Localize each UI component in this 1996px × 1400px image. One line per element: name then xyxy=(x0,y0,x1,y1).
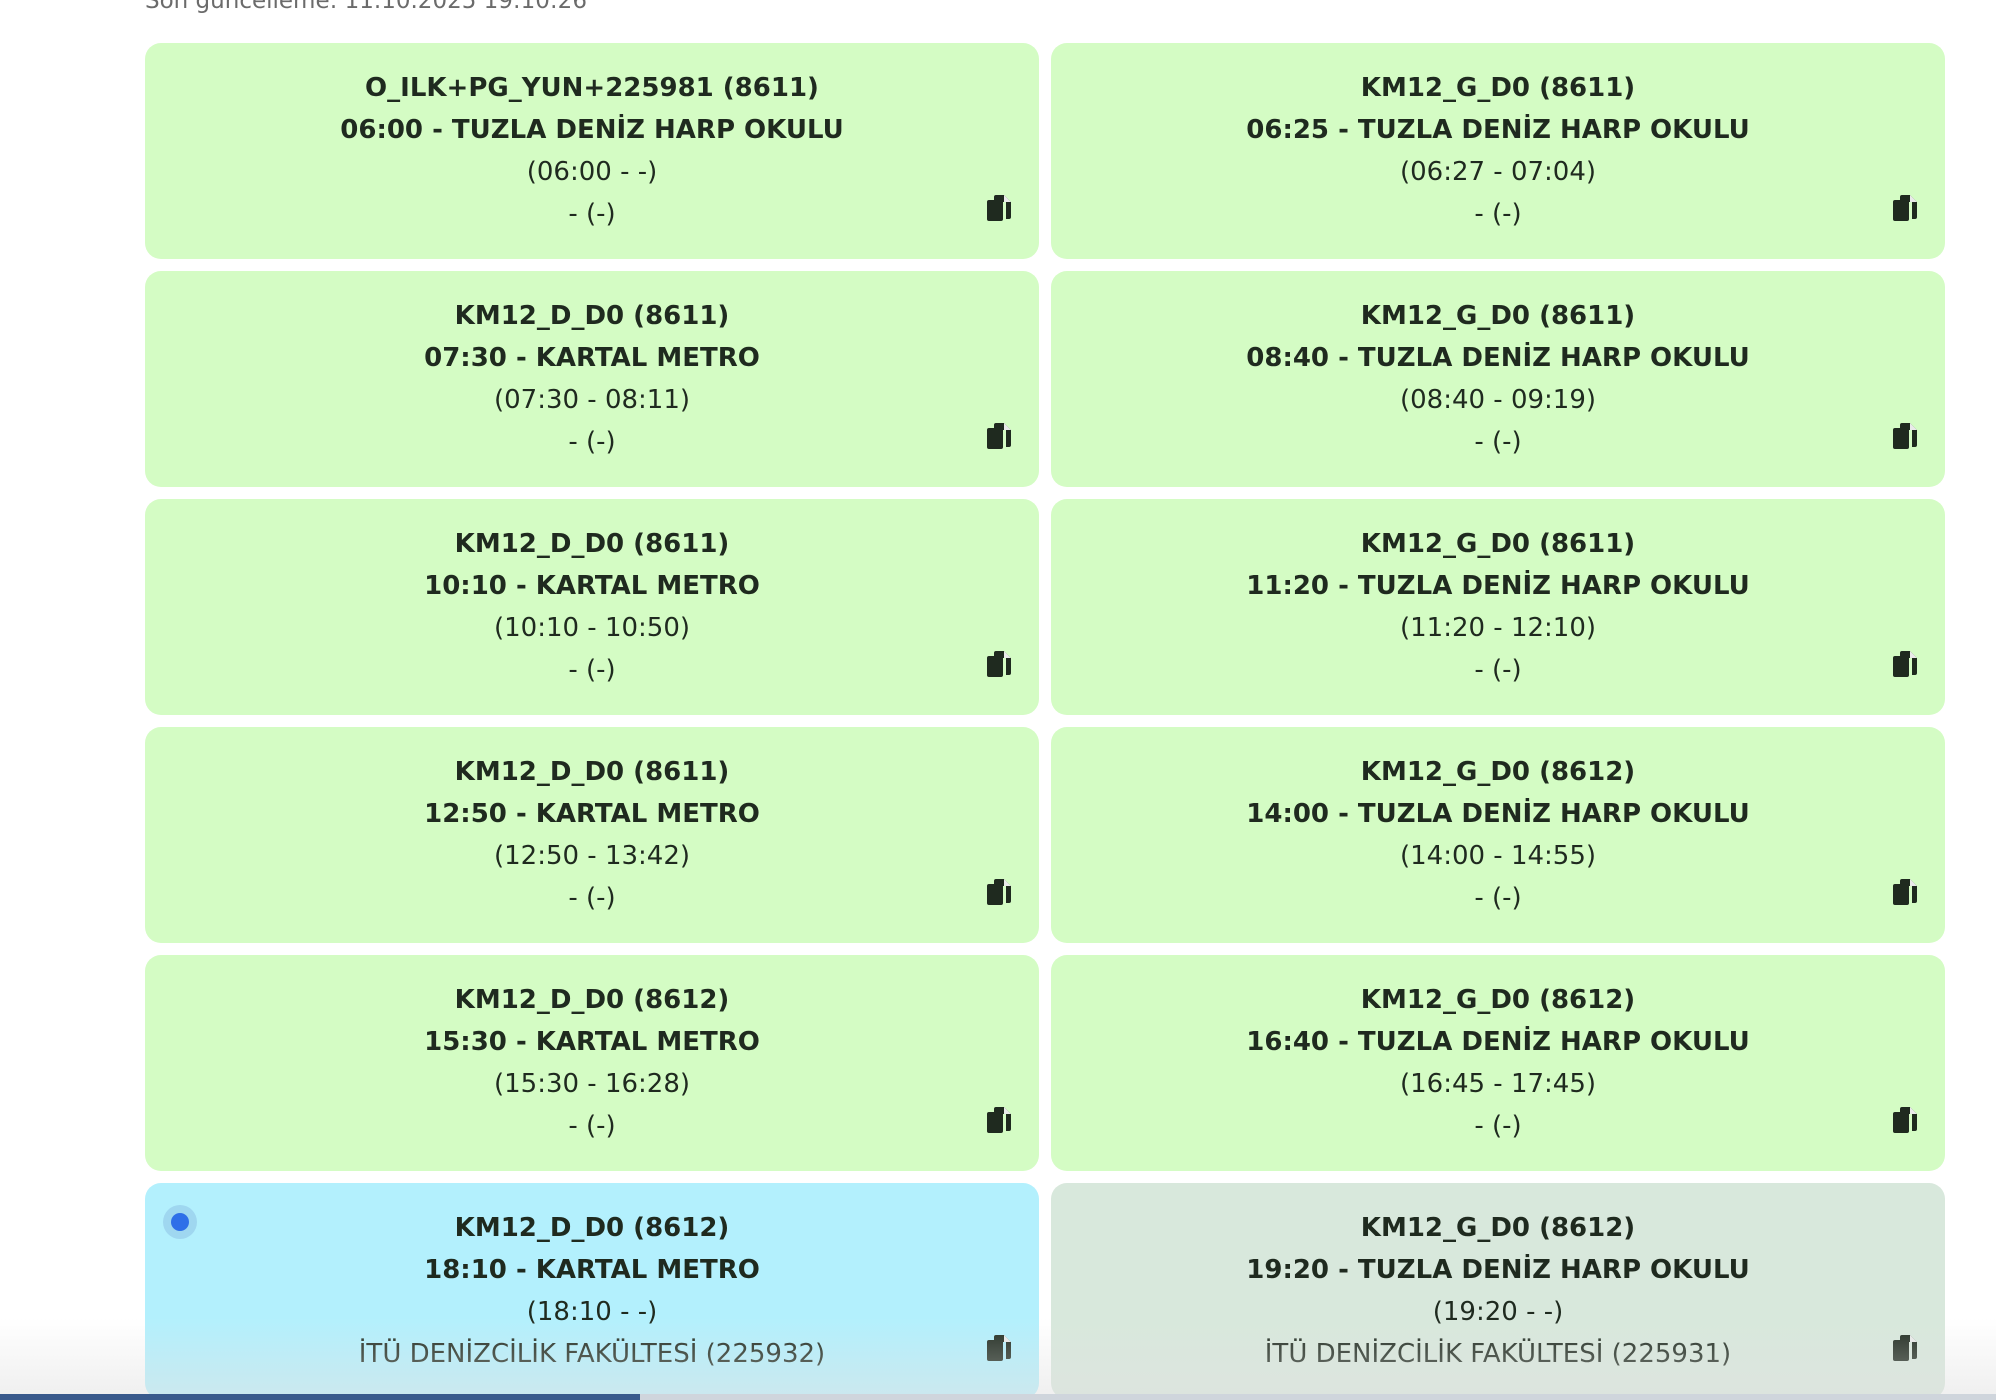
taskbar-strip xyxy=(0,1394,1996,1400)
trip-route-code: KM12_G_D0 (8611) xyxy=(1360,73,1636,103)
copy-icon[interactable] xyxy=(985,1333,1013,1363)
trip-stop-info: - (-) xyxy=(568,1111,616,1141)
trip-route-code: KM12_G_D0 (8612) xyxy=(1360,757,1636,787)
trip-stop-info: - (-) xyxy=(1474,199,1522,229)
trip-card[interactable]: KM12_G_D0 (8611) 11:20 - TUZLA DENİZ HAR… xyxy=(1051,499,1945,715)
trip-stop-info: İTÜ DENİZCİLİK FAKÜLTESİ (225931) xyxy=(1264,1339,1732,1369)
trip-actual-times: (06:00 - -) xyxy=(526,157,658,187)
trip-stop-info: - (-) xyxy=(1474,655,1522,685)
trip-actual-times: (15:30 - 16:28) xyxy=(493,1069,691,1099)
trip-stop-info: İTÜ DENİZCİLİK FAKÜLTESİ (225932) xyxy=(358,1339,826,1369)
trip-departure: 07:30 - KARTAL METRO xyxy=(424,343,760,373)
copy-icon[interactable] xyxy=(985,421,1013,451)
trip-route-code: KM12_G_D0 (8612) xyxy=(1360,985,1636,1015)
copy-icon[interactable] xyxy=(1891,1105,1919,1135)
trip-card[interactable]: KM12_G_D0 (8612) 14:00 - TUZLA DENİZ HAR… xyxy=(1051,727,1945,943)
trip-actual-times: (10:10 - 10:50) xyxy=(493,613,691,643)
trip-actual-times: (12:50 - 13:42) xyxy=(493,841,691,871)
trip-departure: 06:00 - TUZLA DENİZ HARP OKULU xyxy=(340,115,844,145)
trip-route-code: KM12_D_D0 (8611) xyxy=(454,757,730,787)
trip-stop-info: - (-) xyxy=(568,655,616,685)
trip-route-code: KM12_D_D0 (8612) xyxy=(454,1213,730,1243)
trip-actual-times: (18:10 - -) xyxy=(526,1297,658,1327)
trip-actual-times: (14:00 - 14:55) xyxy=(1399,841,1597,871)
trip-card[interactable]: O_ILK+PG_YUN+225981 (8611) 06:00 - TUZLA… xyxy=(145,43,1039,259)
trip-actual-times: (19:20 - -) xyxy=(1432,1297,1564,1327)
trip-actual-times: (08:40 - 09:19) xyxy=(1399,385,1597,415)
trip-grid: O_ILK+PG_YUN+225981 (8611) 06:00 - TUZLA… xyxy=(145,43,1945,1399)
copy-icon[interactable] xyxy=(1891,1333,1919,1363)
trip-actual-times: (07:30 - 08:11) xyxy=(493,385,691,415)
trip-stop-info: - (-) xyxy=(568,427,616,457)
trip-departure: 06:25 - TUZLA DENİZ HARP OKULU xyxy=(1246,115,1750,145)
trip-route-code: KM12_D_D0 (8611) xyxy=(454,529,730,559)
trip-actual-times: (16:45 - 17:45) xyxy=(1399,1069,1597,1099)
trip-departure: 16:40 - TUZLA DENİZ HARP OKULU xyxy=(1246,1027,1750,1057)
trip-card[interactable]: KM12_D_D0 (8612) 15:30 - KARTAL METRO (1… xyxy=(145,955,1039,1171)
trip-departure: 18:10 - KARTAL METRO xyxy=(424,1255,760,1285)
current-trip-indicator-icon xyxy=(163,1205,197,1239)
trip-departure: 11:20 - TUZLA DENİZ HARP OKULU xyxy=(1246,571,1750,601)
trip-departure: 19:20 - TUZLA DENİZ HARP OKULU xyxy=(1246,1255,1750,1285)
trip-card[interactable]: KM12_G_D0 (8612) 16:40 - TUZLA DENİZ HAR… xyxy=(1051,955,1945,1171)
copy-icon[interactable] xyxy=(1891,649,1919,679)
copy-icon[interactable] xyxy=(1891,877,1919,907)
trip-route-code: KM12_D_D0 (8611) xyxy=(454,301,730,331)
trip-actual-times: (11:20 - 12:10) xyxy=(1399,613,1597,643)
trip-card-current[interactable]: KM12_D_D0 (8612) 18:10 - KARTAL METRO (1… xyxy=(145,1183,1039,1399)
copy-icon[interactable] xyxy=(985,877,1013,907)
trip-card[interactable]: KM12_G_D0 (8611) 08:40 - TUZLA DENİZ HAR… xyxy=(1051,271,1945,487)
trip-card[interactable]: KM12_D_D0 (8611) 12:50 - KARTAL METRO (1… xyxy=(145,727,1039,943)
copy-icon[interactable] xyxy=(985,649,1013,679)
trip-card[interactable]: KM12_G_D0 (8611) 06:25 - TUZLA DENİZ HAR… xyxy=(1051,43,1945,259)
trip-stop-info: - (-) xyxy=(1474,427,1522,457)
trip-departure: 10:10 - KARTAL METRO xyxy=(424,571,760,601)
trip-route-code: KM12_D_D0 (8612) xyxy=(454,985,730,1015)
trip-route-code: O_ILK+PG_YUN+225981 (8611) xyxy=(365,73,819,103)
trip-route-code: KM12_G_D0 (8611) xyxy=(1360,301,1636,331)
trip-stop-info: - (-) xyxy=(1474,883,1522,913)
trip-actual-times: (06:27 - 07:04) xyxy=(1399,157,1597,187)
trip-card[interactable]: KM12_D_D0 (8611) 07:30 - KARTAL METRO (0… xyxy=(145,271,1039,487)
last-update-text: Son güncelleme: 11.10.2025 19:10:26 xyxy=(145,0,587,14)
trip-departure: 15:30 - KARTAL METRO xyxy=(424,1027,760,1057)
trip-route-code: KM12_G_D0 (8611) xyxy=(1360,529,1636,559)
trip-departure: 08:40 - TUZLA DENİZ HARP OKULU xyxy=(1246,343,1750,373)
trip-departure: 12:50 - KARTAL METRO xyxy=(424,799,760,829)
trip-stop-info: - (-) xyxy=(568,883,616,913)
trip-stop-info: - (-) xyxy=(1474,1111,1522,1141)
trip-card-upcoming[interactable]: KM12_G_D0 (8612) 19:20 - TUZLA DENİZ HAR… xyxy=(1051,1183,1945,1399)
trip-departure: 14:00 - TUZLA DENİZ HARP OKULU xyxy=(1246,799,1750,829)
taskbar-active-segment xyxy=(0,1394,640,1400)
copy-icon[interactable] xyxy=(985,1105,1013,1135)
copy-icon[interactable] xyxy=(1891,193,1919,223)
trip-card[interactable]: KM12_D_D0 (8611) 10:10 - KARTAL METRO (1… xyxy=(145,499,1039,715)
copy-icon[interactable] xyxy=(985,193,1013,223)
copy-icon[interactable] xyxy=(1891,421,1919,451)
trip-stop-info: - (-) xyxy=(568,199,616,229)
trip-route-code: KM12_G_D0 (8612) xyxy=(1360,1213,1636,1243)
